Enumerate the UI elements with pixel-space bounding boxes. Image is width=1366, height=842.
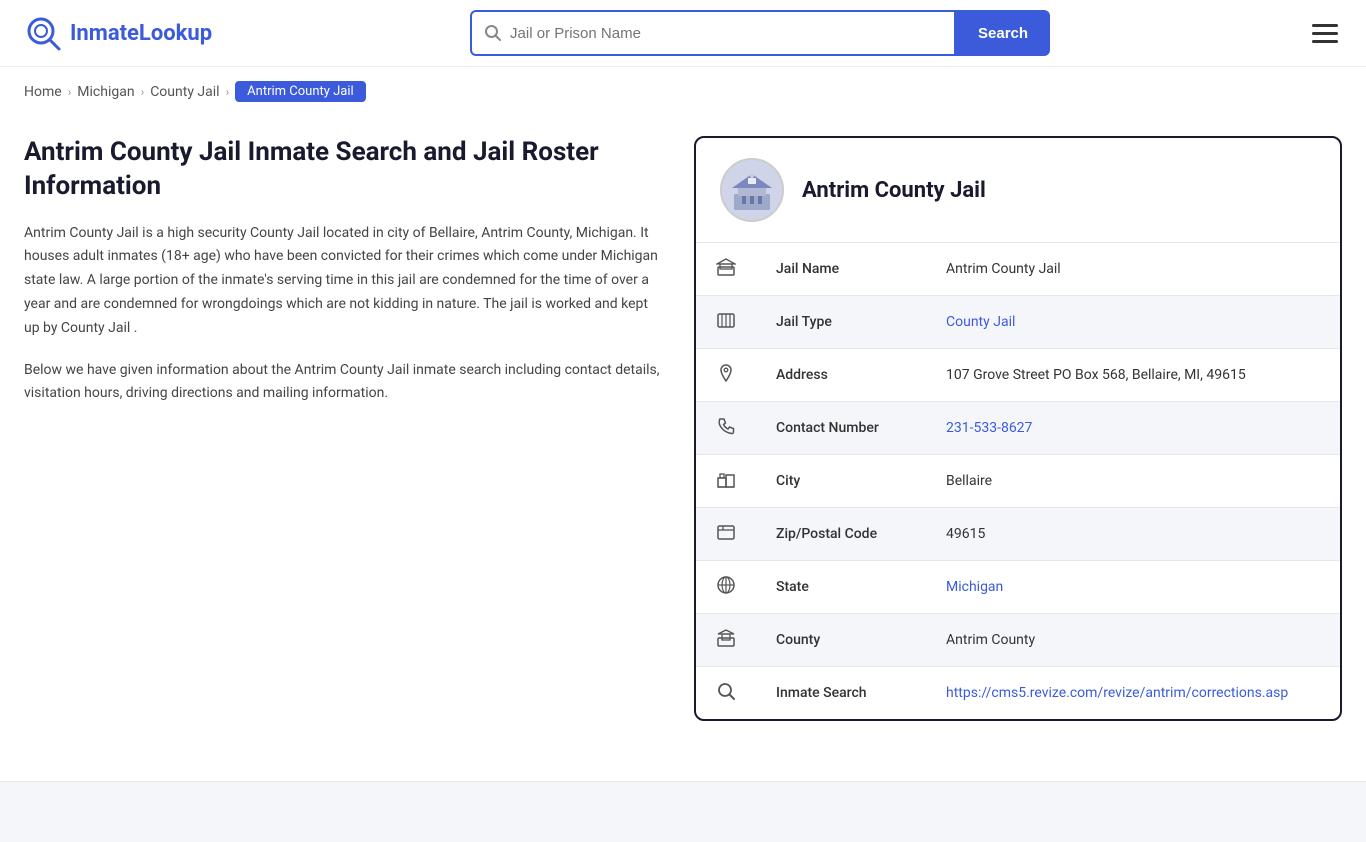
hamburger-menu[interactable] (1308, 20, 1342, 47)
main-content: Antrim County Jail Inmate Search and Jai… (0, 116, 1366, 761)
phone-icon (696, 402, 756, 455)
field-label: Jail Name (756, 243, 926, 296)
hamburger-line-1 (1312, 24, 1338, 27)
field-value: Antrim County (926, 614, 1340, 667)
breadcrumb-county-jail[interactable]: County Jail (150, 84, 219, 100)
field-value[interactable]: https://cms5.revize.com/revize/antrim/co… (926, 667, 1340, 720)
jail-icon (696, 243, 756, 296)
breadcrumb-sep-2: › (141, 85, 145, 99)
field-label: Inmate Search (756, 667, 926, 720)
field-link[interactable]: Michigan (946, 579, 1003, 595)
logo-text: InmateLookup (70, 21, 212, 46)
field-label: Zip/Postal Code (756, 508, 926, 561)
search-input[interactable] (510, 25, 942, 42)
breadcrumb: Home › Michigan › County Jail › Antrim C… (0, 67, 1366, 116)
county-icon (696, 614, 756, 667)
courthouse-icon (728, 166, 776, 214)
field-value[interactable]: County Jail (926, 296, 1340, 349)
table-row: Inmate Search https://cms5.revize.com/rev… (696, 667, 1340, 720)
jail-card: Antrim County Jail Jail NameAntrim Count… (694, 136, 1342, 721)
city-icon (696, 455, 756, 508)
address-icon (696, 349, 756, 402)
field-label: State (756, 561, 926, 614)
field-value: Bellaire (926, 455, 1340, 508)
search-button[interactable]: Search (956, 10, 1050, 56)
zip-icon (696, 508, 756, 561)
field-label: County (756, 614, 926, 667)
field-label: City (756, 455, 926, 508)
table-row: Address107 Grove Street PO Box 568, Bell… (696, 349, 1340, 402)
info-table: Jail NameAntrim County JailJail Type Coun… (696, 243, 1340, 719)
field-value: 49615 (926, 508, 1340, 561)
breadcrumb-michigan[interactable]: Michigan (77, 84, 134, 100)
type-icon (696, 296, 756, 349)
search-bar: Search (470, 10, 1050, 56)
field-value: Antrim County Jail (926, 243, 1340, 296)
field-label: Contact Number (756, 402, 926, 455)
logo-icon (24, 14, 62, 52)
field-value: 107 Grove Street PO Box 568, Bellaire, M… (926, 349, 1340, 402)
field-link[interactable]: 231-533-8627 (946, 420, 1032, 436)
table-row: State Michigan (696, 561, 1340, 614)
field-label: Address (756, 349, 926, 402)
table-row: CityBellaire (696, 455, 1340, 508)
hamburger-line-3 (1312, 40, 1338, 43)
footer (0, 781, 1366, 842)
jail-avatar (720, 158, 784, 222)
table-row: Zip/Postal Code49615 (696, 508, 1340, 561)
table-row: CountyAntrim County (696, 614, 1340, 667)
jail-card-title: Antrim County Jail (802, 178, 986, 203)
jail-card-header: Antrim County Jail (696, 138, 1340, 243)
field-value[interactable]: Michigan (926, 561, 1340, 614)
site-header: InmateLookup Search (0, 0, 1366, 67)
field-value[interactable]: 231-533-8627 (926, 402, 1340, 455)
breadcrumb-home[interactable]: Home (24, 84, 62, 100)
hamburger-line-2 (1312, 32, 1338, 35)
left-column: Antrim County Jail Inmate Search and Jai… (24, 136, 664, 406)
field-link[interactable]: County Jail (946, 314, 1015, 330)
page-title: Antrim County Jail Inmate Search and Jai… (24, 136, 664, 204)
state-icon (696, 561, 756, 614)
right-column: Antrim County Jail Jail NameAntrim Count… (694, 136, 1342, 721)
field-link[interactable]: https://cms5.revize.com/revize/antrim/co… (946, 685, 1288, 701)
search-icon (484, 24, 502, 42)
field-label: Jail Type (756, 296, 926, 349)
search-input-wrapper (470, 10, 956, 56)
table-row: Jail NameAntrim County Jail (696, 243, 1340, 296)
page-description-2: Below we have given information about th… (24, 359, 664, 407)
page-description-1: Antrim County Jail is a high security Co… (24, 222, 664, 341)
breadcrumb-sep-1: › (68, 85, 72, 99)
logo-link[interactable]: InmateLookup (24, 14, 212, 52)
table-row: Jail Type County Jail (696, 296, 1340, 349)
breadcrumb-active: Antrim County Jail (235, 81, 366, 102)
inmate-search-icon (696, 667, 756, 720)
table-row: Contact Number 231-533-8627 (696, 402, 1340, 455)
breadcrumb-sep-3: › (226, 85, 230, 99)
